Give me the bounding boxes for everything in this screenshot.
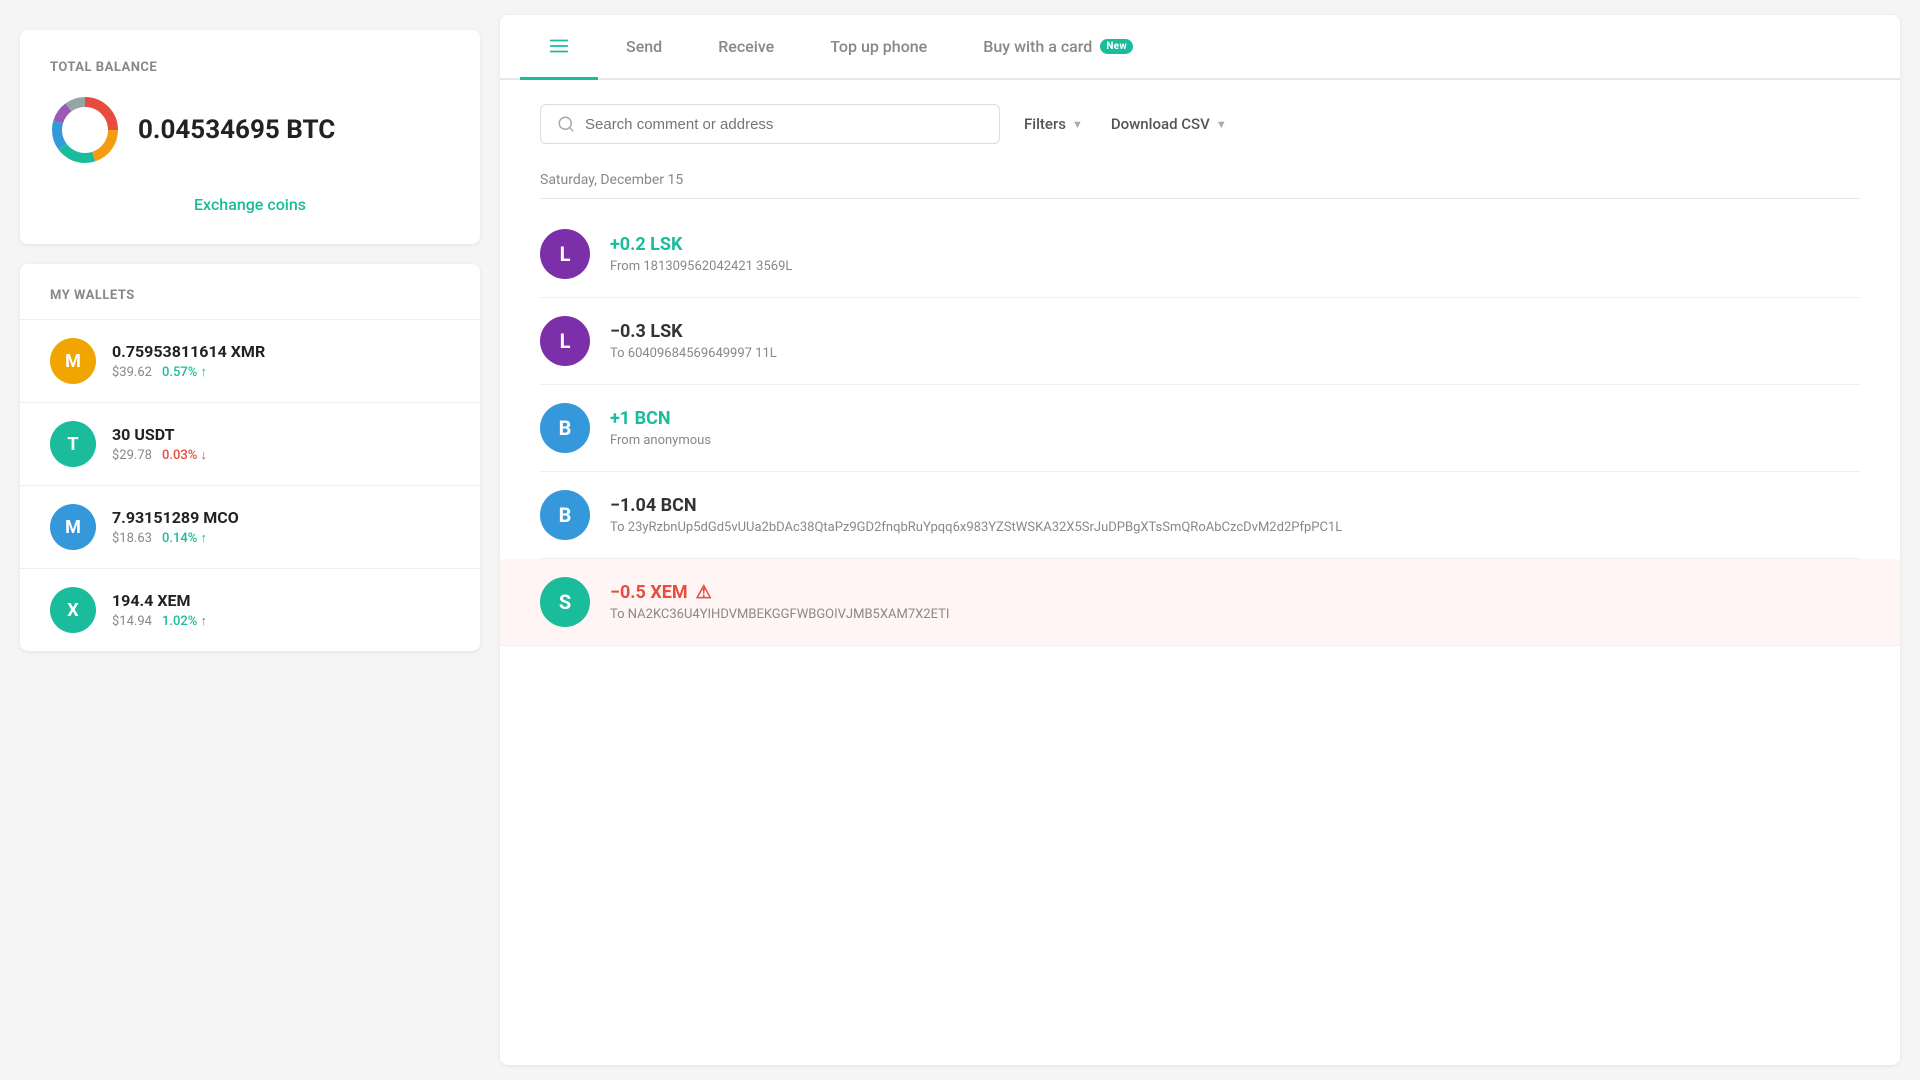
tx-amount-tx3: +1 BCN bbox=[610, 408, 1860, 429]
wallets-card: MY WALLETS M 0.75953811614 XMR $39.62 0.… bbox=[20, 264, 480, 651]
wallet-amount-mco: 7.93151289 MCO bbox=[112, 508, 450, 527]
donut-chart bbox=[50, 95, 120, 165]
content-area: Filters ▼ Download CSV ▼ Saturday, Decem… bbox=[500, 80, 1900, 1065]
balance-row: 0.04534695 BTC bbox=[50, 95, 450, 165]
wallet-item-xmr[interactable]: M 0.75953811614 XMR $39.62 0.57% ↑ bbox=[20, 319, 480, 402]
search-filter-row: Filters ▼ Download CSV ▼ bbox=[540, 104, 1860, 144]
wallet-item-mco[interactable]: M 7.93151289 MCO $18.63 0.14% ↑ bbox=[20, 485, 480, 568]
download-csv-button[interactable]: Download CSV ▼ bbox=[1107, 109, 1231, 139]
wallet-usd-usdt: $29.78 bbox=[112, 448, 152, 463]
wallet-usd-mco: $18.63 bbox=[112, 531, 152, 546]
wallets-list: M 0.75953811614 XMR $39.62 0.57% ↑ T 30 … bbox=[20, 319, 480, 651]
tx-address-tx2: To 60409684569649997 11L bbox=[610, 346, 1860, 361]
tx-item-tx2[interactable]: L −0.3 LSK To 60409684569649997 11L bbox=[540, 298, 1860, 385]
left-panel: TOTAL BALANCE 0.04534695 BTC Exchange co… bbox=[0, 0, 500, 1080]
coin-avatar-tx2: L bbox=[540, 316, 590, 366]
wallet-usd-xmr: $39.62 bbox=[112, 365, 152, 380]
wallet-icon-mco: M bbox=[50, 504, 96, 550]
error-icon: ⚠ bbox=[696, 582, 712, 603]
wallet-icon-usdt: T bbox=[50, 421, 96, 467]
tx-item-tx4[interactable]: B −1.04 BCN To 23yRzbnUp5dGd5vUUa2bDAc38… bbox=[540, 472, 1860, 559]
tx-address-tx4: To 23yRzbnUp5dGd5vUUa2bDAc38QtaPz9GD2fnq… bbox=[610, 520, 1860, 535]
total-balance-label: TOTAL BALANCE bbox=[50, 60, 450, 75]
tab-transactions[interactable] bbox=[520, 15, 598, 80]
wallets-label: MY WALLETS bbox=[20, 288, 480, 319]
date-separator: Saturday, December 15 bbox=[540, 172, 1860, 199]
wallet-info-xmr: 0.75953811614 XMR $39.62 0.57% ↑ bbox=[112, 342, 450, 380]
wallet-info-xem: 194.4 XEM $14.94 1.02% ↑ bbox=[112, 591, 450, 629]
wallet-change-usdt: 0.03% ↓ bbox=[162, 447, 207, 463]
wallet-info-mco: 7.93151289 MCO $18.63 0.14% ↑ bbox=[112, 508, 450, 546]
tx-info-tx3: +1 BCN From anonymous bbox=[610, 408, 1860, 448]
wallet-item-usdt[interactable]: T 30 USDT $29.78 0.03% ↓ bbox=[20, 402, 480, 485]
coin-avatar-tx4: B bbox=[540, 490, 590, 540]
tx-info-tx5: −0.5 XEM⚠ To NA2KC36U4YIHDVMBEKGGFWBGOIV… bbox=[610, 582, 1860, 623]
tx-item-tx5[interactable]: S −0.5 XEM⚠ To NA2KC36U4YIHDVMBEKGGFWBGO… bbox=[500, 559, 1900, 646]
wallet-item-xem[interactable]: X 194.4 XEM $14.94 1.02% ↑ bbox=[20, 568, 480, 651]
tx-amount-tx4: −1.04 BCN bbox=[610, 495, 1860, 516]
wallet-change-mco: 0.14% ↑ bbox=[162, 530, 207, 546]
wallet-amount-usdt: 30 USDT bbox=[112, 425, 450, 444]
tx-item-tx3[interactable]: B +1 BCN From anonymous bbox=[540, 385, 1860, 472]
transactions-list: L +0.2 LSK From 181309562042421 3569L L … bbox=[540, 211, 1860, 646]
tx-info-tx1: +0.2 LSK From 181309562042421 3569L bbox=[610, 234, 1860, 274]
search-box[interactable] bbox=[540, 104, 1000, 144]
tx-item-tx1[interactable]: L +0.2 LSK From 181309562042421 3569L bbox=[540, 211, 1860, 298]
search-icon bbox=[557, 115, 575, 133]
wallet-amount-xem: 194.4 XEM bbox=[112, 591, 450, 610]
wallet-amount-xmr: 0.75953811614 XMR bbox=[112, 342, 450, 361]
wallet-info-usdt: 30 USDT $29.78 0.03% ↓ bbox=[112, 425, 450, 463]
tx-address-tx5: To NA2KC36U4YIHDVMBEKGGFWBGOIVJMB5XAM7X2… bbox=[610, 607, 1860, 622]
tab-topup[interactable]: Top up phone bbox=[802, 17, 955, 79]
donut-svg bbox=[50, 95, 120, 165]
wallet-usd-xem: $14.94 bbox=[112, 614, 152, 629]
tabs-bar: Send Receive Top up phone Buy with a car… bbox=[500, 15, 1900, 80]
wallet-icon-xmr: M bbox=[50, 338, 96, 384]
wallet-change-xmr: 0.57% ↑ bbox=[162, 364, 207, 380]
tab-buywithcard[interactable]: Buy with a card New bbox=[955, 17, 1161, 79]
new-badge: New bbox=[1100, 39, 1133, 54]
chevron-down-icon: ▼ bbox=[1072, 118, 1083, 131]
wallet-change-xem: 1.02% ↑ bbox=[162, 613, 207, 629]
filters-button[interactable]: Filters ▼ bbox=[1020, 109, 1087, 139]
tx-address-tx1: From 181309562042421 3569L bbox=[610, 259, 1860, 274]
tx-info-tx2: −0.3 LSK To 60409684569649997 11L bbox=[610, 321, 1860, 361]
tab-receive[interactable]: Receive bbox=[690, 17, 802, 79]
tab-send[interactable]: Send bbox=[598, 17, 690, 79]
coin-avatar-tx3: B bbox=[540, 403, 590, 453]
list-icon bbox=[548, 35, 570, 57]
balance-amount: 0.04534695 BTC bbox=[138, 115, 335, 145]
chevron-down-icon-csv: ▼ bbox=[1216, 118, 1227, 131]
search-input[interactable] bbox=[585, 116, 983, 133]
tx-info-tx4: −1.04 BCN To 23yRzbnUp5dGd5vUUa2bDAc38Qt… bbox=[610, 495, 1860, 535]
tx-amount-tx1: +0.2 LSK bbox=[610, 234, 1860, 255]
total-balance-card: TOTAL BALANCE 0.04534695 BTC Exchange co… bbox=[20, 30, 480, 244]
coin-avatar-tx1: L bbox=[540, 229, 590, 279]
coin-avatar-tx5: S bbox=[540, 577, 590, 627]
tx-amount-tx2: −0.3 LSK bbox=[610, 321, 1860, 342]
tx-amount-tx5: −0.5 XEM⚠ bbox=[610, 582, 1860, 604]
tx-address-tx3: From anonymous bbox=[610, 433, 1860, 448]
right-panel: Send Receive Top up phone Buy with a car… bbox=[500, 15, 1900, 1065]
wallet-icon-xem: X bbox=[50, 587, 96, 633]
exchange-coins-link[interactable]: Exchange coins bbox=[50, 185, 450, 224]
